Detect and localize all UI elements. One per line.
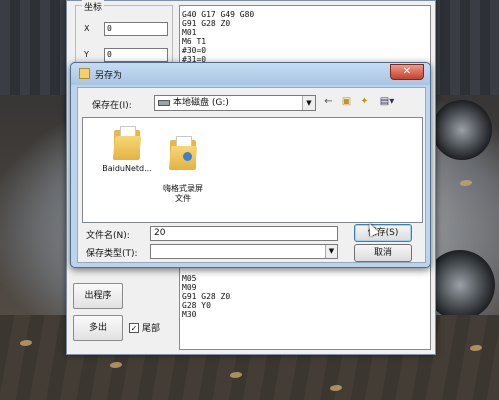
- chevron-down-icon[interactable]: ▼: [325, 245, 337, 258]
- save-as-dialog: 另存为 ✕ 保存在(I): 本地磁盘 (G:) ▼ ← ▣ ✦ ▤▾ Baidu…: [70, 62, 431, 268]
- code-line: G28 Y0: [182, 301, 211, 310]
- x-label: X: [84, 24, 90, 33]
- background-wheel-right: [432, 100, 492, 160]
- code-line: #30=0: [182, 46, 207, 55]
- back-arrow-icon[interactable]: ←: [322, 96, 335, 108]
- view-menu-icon[interactable]: ▤▾: [376, 96, 398, 108]
- folder-icon: [112, 126, 142, 160]
- save-in-combo[interactable]: 本地磁盘 (G:) ▼: [154, 95, 316, 111]
- dialog-body: 保存在(I): 本地磁盘 (G:) ▼ ← ▣ ✦ ▤▾ BaiduNetd..…: [77, 87, 426, 263]
- cancel-button[interactable]: 取消: [354, 244, 412, 262]
- tail-checkbox-label: 尾部: [142, 324, 161, 334]
- code-line: M30: [182, 310, 197, 319]
- save-in-value: 本地磁盘 (G:): [173, 98, 229, 108]
- file-item[interactable]: 嗨格式录屏 文件: [151, 126, 215, 214]
- code-line: G40 G17 G49 G80: [182, 10, 255, 19]
- exit-button[interactable]: 多出: [73, 315, 123, 341]
- drive-icon: [158, 100, 170, 106]
- filetype-select[interactable]: ▼: [150, 244, 338, 259]
- coordinate-group-title: 坐标: [82, 0, 105, 13]
- code-line: M09: [182, 283, 197, 292]
- output-program-button[interactable]: 出程序: [73, 283, 123, 309]
- file-list[interactable]: BaiduNetd... 嗨格式录屏 文件: [82, 117, 423, 223]
- code-lines-bottom: M05 M09 G91 G28 Z0 G28 Y0 M30: [182, 274, 230, 319]
- code-line: M01: [182, 28, 197, 37]
- filename-label: 文件名(N):: [86, 231, 130, 241]
- y-input[interactable]: 0: [104, 48, 168, 62]
- chevron-down-icon[interactable]: ▼: [302, 96, 315, 110]
- close-button[interactable]: ✕: [390, 64, 424, 80]
- code-line: M6 T1: [182, 37, 207, 46]
- y-label: Y: [84, 50, 89, 59]
- file-item-label: 嗨格式录屏 文件: [163, 184, 203, 203]
- save-button[interactable]: 保存(S): [354, 224, 412, 242]
- coordinate-group: 坐标 X 0 Y 0: [75, 0, 173, 69]
- x-input[interactable]: 0: [104, 22, 168, 36]
- tail-checkbox-group[interactable]: ✓ 尾部: [129, 321, 160, 334]
- up-folder-icon[interactable]: ▣: [340, 96, 353, 108]
- code-lines-top: G40 G17 G49 G80 G91 G28 Z0 M01 M6 T1 #30…: [182, 10, 254, 64]
- filename-input[interactable]: 20: [150, 226, 338, 241]
- code-line: G91 G28 Z0: [182, 292, 231, 301]
- new-folder-icon[interactable]: ✦: [358, 96, 371, 108]
- tail-checkbox[interactable]: ✓: [129, 322, 139, 333]
- save-in-label: 保存在(I):: [92, 101, 132, 111]
- file-item[interactable]: BaiduNetd...: [95, 126, 159, 174]
- dialog-titlebar[interactable]: 另存为 ✕: [71, 63, 430, 85]
- code-line: G91 G28 Z0: [182, 19, 231, 28]
- folder-app-icon: [168, 136, 198, 170]
- code-line: M05: [182, 274, 197, 283]
- filetype-label: 保存类型(T):: [86, 249, 138, 259]
- folder-icon: [79, 68, 90, 79]
- file-item-label: BaiduNetd...: [102, 164, 152, 173]
- dialog-title: 另存为: [95, 71, 123, 81]
